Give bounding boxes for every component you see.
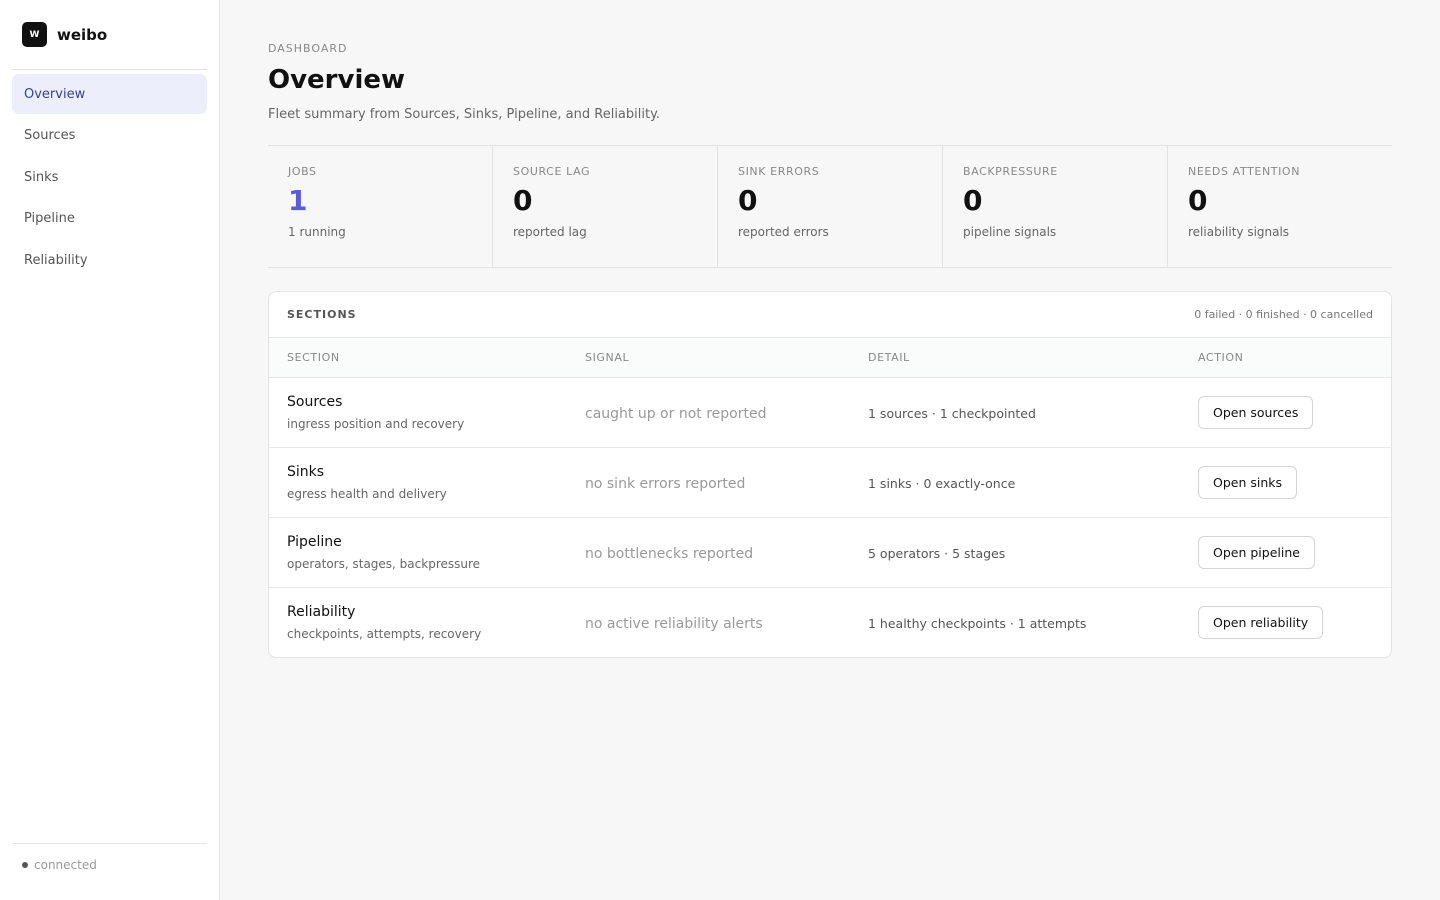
sidebar: W weibo Overview Sources Sinks Pipeline … <box>0 0 220 900</box>
section-detail: 1 healthy checkpoints · 1 attempts <box>868 615 1087 631</box>
stat-value: 0 <box>513 184 533 217</box>
stat-label: SOURCE LAG <box>513 165 591 178</box>
column-header-action: ACTION <box>1180 338 1391 378</box>
sections-card: SECTIONS 0 failed · 0 finished · 0 cance… <box>268 291 1392 658</box>
sidebar-item-sources[interactable]: Sources <box>12 116 207 156</box>
section-name: Sources <box>287 393 343 410</box>
section-signal: no bottlenecks reported <box>585 545 754 562</box>
section-detail: 5 operators · 5 stages <box>868 545 1006 561</box>
table-header-row: SECTION SIGNAL DETAIL ACTION <box>269 338 1391 378</box>
stat-label: NEEDS ATTENTION <box>1188 165 1301 178</box>
stat-label: BACKPRESSURE <box>963 165 1058 178</box>
stat-needs-attention: NEEDS ATTENTION 0 reliability signals <box>1168 146 1392 267</box>
sidebar-nav: Overview Sources Sinks Pipeline Reliabil… <box>12 74 207 843</box>
column-header-section: SECTION <box>269 338 567 378</box>
section-detail: 1 sources · 1 checkpointed <box>868 405 1036 421</box>
stat-sub: pipeline signals <box>963 224 1057 239</box>
section-desc: egress health and delivery <box>287 486 447 501</box>
section-name: Pipeline <box>287 533 342 550</box>
open-pipeline-button[interactable]: Open pipeline <box>1198 535 1315 569</box>
stat-sink-errors: SINK ERRORS 0 reported errors <box>718 146 943 267</box>
stats-row: JOBS 1 1 running SOURCE LAG 0 reported l… <box>268 145 1392 268</box>
sidebar-item-sinks[interactable]: Sinks <box>12 157 207 197</box>
sidebar-item-pipeline[interactable]: Pipeline <box>12 199 207 239</box>
section-desc: ingress position and recovery <box>287 416 465 431</box>
sections-meta: 0 failed · 0 finished · 0 cancelled <box>1194 308 1373 321</box>
connection-status-label: connected <box>34 858 97 872</box>
open-sources-button[interactable]: Open sources <box>1198 395 1314 429</box>
sections-table: SECTION SIGNAL DETAIL ACTION Sources ingr… <box>269 338 1391 657</box>
app-name: weibo <box>57 25 108 44</box>
table-row: Reliability checkpoints, attempts, recove… <box>269 587 1391 657</box>
sidebar-item-reliability[interactable]: Reliability <box>12 240 207 280</box>
stat-source-lag: SOURCE LAG 0 reported lag <box>493 146 718 267</box>
page-subtitle: Fleet summary from Sources, Sinks, Pipel… <box>268 107 661 122</box>
section-name: Reliability <box>287 603 356 620</box>
stat-backpressure: BACKPRESSURE 0 pipeline signals <box>943 146 1168 267</box>
section-desc: operators, stages, backpressure <box>287 556 481 571</box>
section-signal: caught up or not reported <box>585 405 767 422</box>
stat-sub: reported lag <box>513 224 587 239</box>
open-reliability-button[interactable]: Open reliability <box>1198 605 1324 639</box>
status-dot-icon <box>22 862 28 868</box>
column-header-detail: DETAIL <box>850 338 1180 378</box>
column-header-signal: SIGNAL <box>567 338 850 378</box>
breadcrumb: DASHBOARD <box>268 42 348 55</box>
table-row: Sources ingress position and recovery cau… <box>269 377 1391 448</box>
stat-value: 0 <box>1188 184 1208 217</box>
section-detail: 1 sinks · 0 exactly-once <box>868 475 1016 491</box>
table-row: Pipeline operators, stages, backpressure … <box>269 517 1391 588</box>
stat-label: SINK ERRORS <box>738 165 820 178</box>
page-title: Overview <box>268 65 406 95</box>
stat-jobs: JOBS 1 1 running <box>268 146 493 267</box>
table-row: Sinks egress health and delivery no sink … <box>269 447 1391 518</box>
section-signal: no active reliability alerts <box>585 615 763 632</box>
stat-value: 0 <box>738 184 758 217</box>
section-name: Sinks <box>287 463 325 480</box>
connection-status: connected <box>12 843 207 900</box>
stat-sub: reliability signals <box>1188 224 1290 239</box>
section-signal: no sink errors reported <box>585 475 746 492</box>
stat-sub: reported errors <box>738 224 829 239</box>
sidebar-item-overview[interactable]: Overview <box>12 74 207 114</box>
sections-card-header: SECTIONS 0 failed · 0 finished · 0 cance… <box>269 292 1391 338</box>
section-desc: checkpoints, attempts, recovery <box>287 626 482 641</box>
brand[interactable]: W weibo <box>12 0 207 70</box>
stat-value: 1 <box>288 184 308 217</box>
stat-sub: 1 running <box>288 224 346 239</box>
sections-title: SECTIONS <box>287 308 357 321</box>
stat-value: 0 <box>963 184 983 217</box>
main-content: DASHBOARD Overview Fleet summary from So… <box>220 0 1440 900</box>
open-sinks-button[interactable]: Open sinks <box>1198 465 1298 499</box>
stat-label: JOBS <box>288 165 317 178</box>
logo-icon: W <box>22 22 47 47</box>
